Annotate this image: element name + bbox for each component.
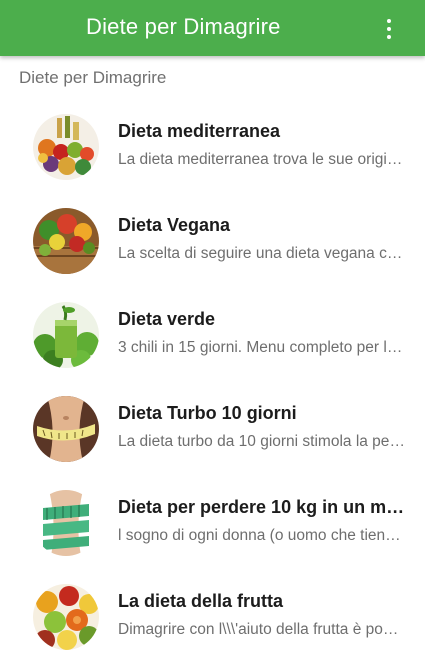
tape-measure-waist-image xyxy=(33,490,99,556)
list-item[interactable]: Dieta Vegana La scelta di seguire una di… xyxy=(0,194,425,288)
item-subtitle: Dimagrire con l\\\'aiuto della frutta è … xyxy=(118,621,406,638)
vegetables-basket-image xyxy=(33,208,99,274)
app-bar: Diete per Dimagrire xyxy=(0,0,425,56)
list-item[interactable]: Dieta mediterranea La dieta mediterranea… xyxy=(0,100,425,194)
fruit-assortment-image xyxy=(33,584,99,650)
list-item[interactable]: Dieta Turbo 10 giorni La dieta turbo da … xyxy=(0,382,425,476)
list-item[interactable]: La dieta della frutta Dimagrire con l\\\… xyxy=(0,570,425,664)
item-title: Dieta Vegana xyxy=(118,215,231,235)
diet-list: Dieta mediterranea La dieta mediterranea… xyxy=(0,100,425,664)
item-subtitle: La dieta turbo da 10 giorni stimola la p… xyxy=(118,433,406,450)
item-title: Dieta Turbo 10 giorni xyxy=(118,403,297,423)
item-subtitle: 3 chili in 15 giorni. Menu completo per … xyxy=(118,339,406,356)
list-item[interactable]: Dieta verde 3 chili in 15 giorni. Menu c… xyxy=(0,288,425,382)
app-title: Diete per Dimagrire xyxy=(86,14,281,39)
item-title: Dieta verde xyxy=(118,309,216,329)
item-title: La dieta della frutta xyxy=(118,591,284,611)
list-item[interactable]: Dieta per perdere 10 kg in un mese l sog… xyxy=(0,476,425,570)
item-title: Dieta mediterranea xyxy=(118,121,281,141)
section-header: Diete per Dimagrire xyxy=(19,68,167,87)
more-vert-icon[interactable] xyxy=(379,16,399,42)
green-smoothie-image xyxy=(33,302,99,368)
item-subtitle: La scelta di seguire una dieta vegana co… xyxy=(118,245,406,262)
measuring-tape-waist-image xyxy=(33,396,99,462)
item-subtitle: l sogno di ogni donna (o uomo che tiene … xyxy=(118,527,406,544)
item-subtitle: La dieta mediterranea trova le sue origi… xyxy=(118,151,406,168)
mediterranean-food-image xyxy=(33,114,99,180)
item-title: Dieta per perdere 10 kg in un mese xyxy=(118,497,408,517)
